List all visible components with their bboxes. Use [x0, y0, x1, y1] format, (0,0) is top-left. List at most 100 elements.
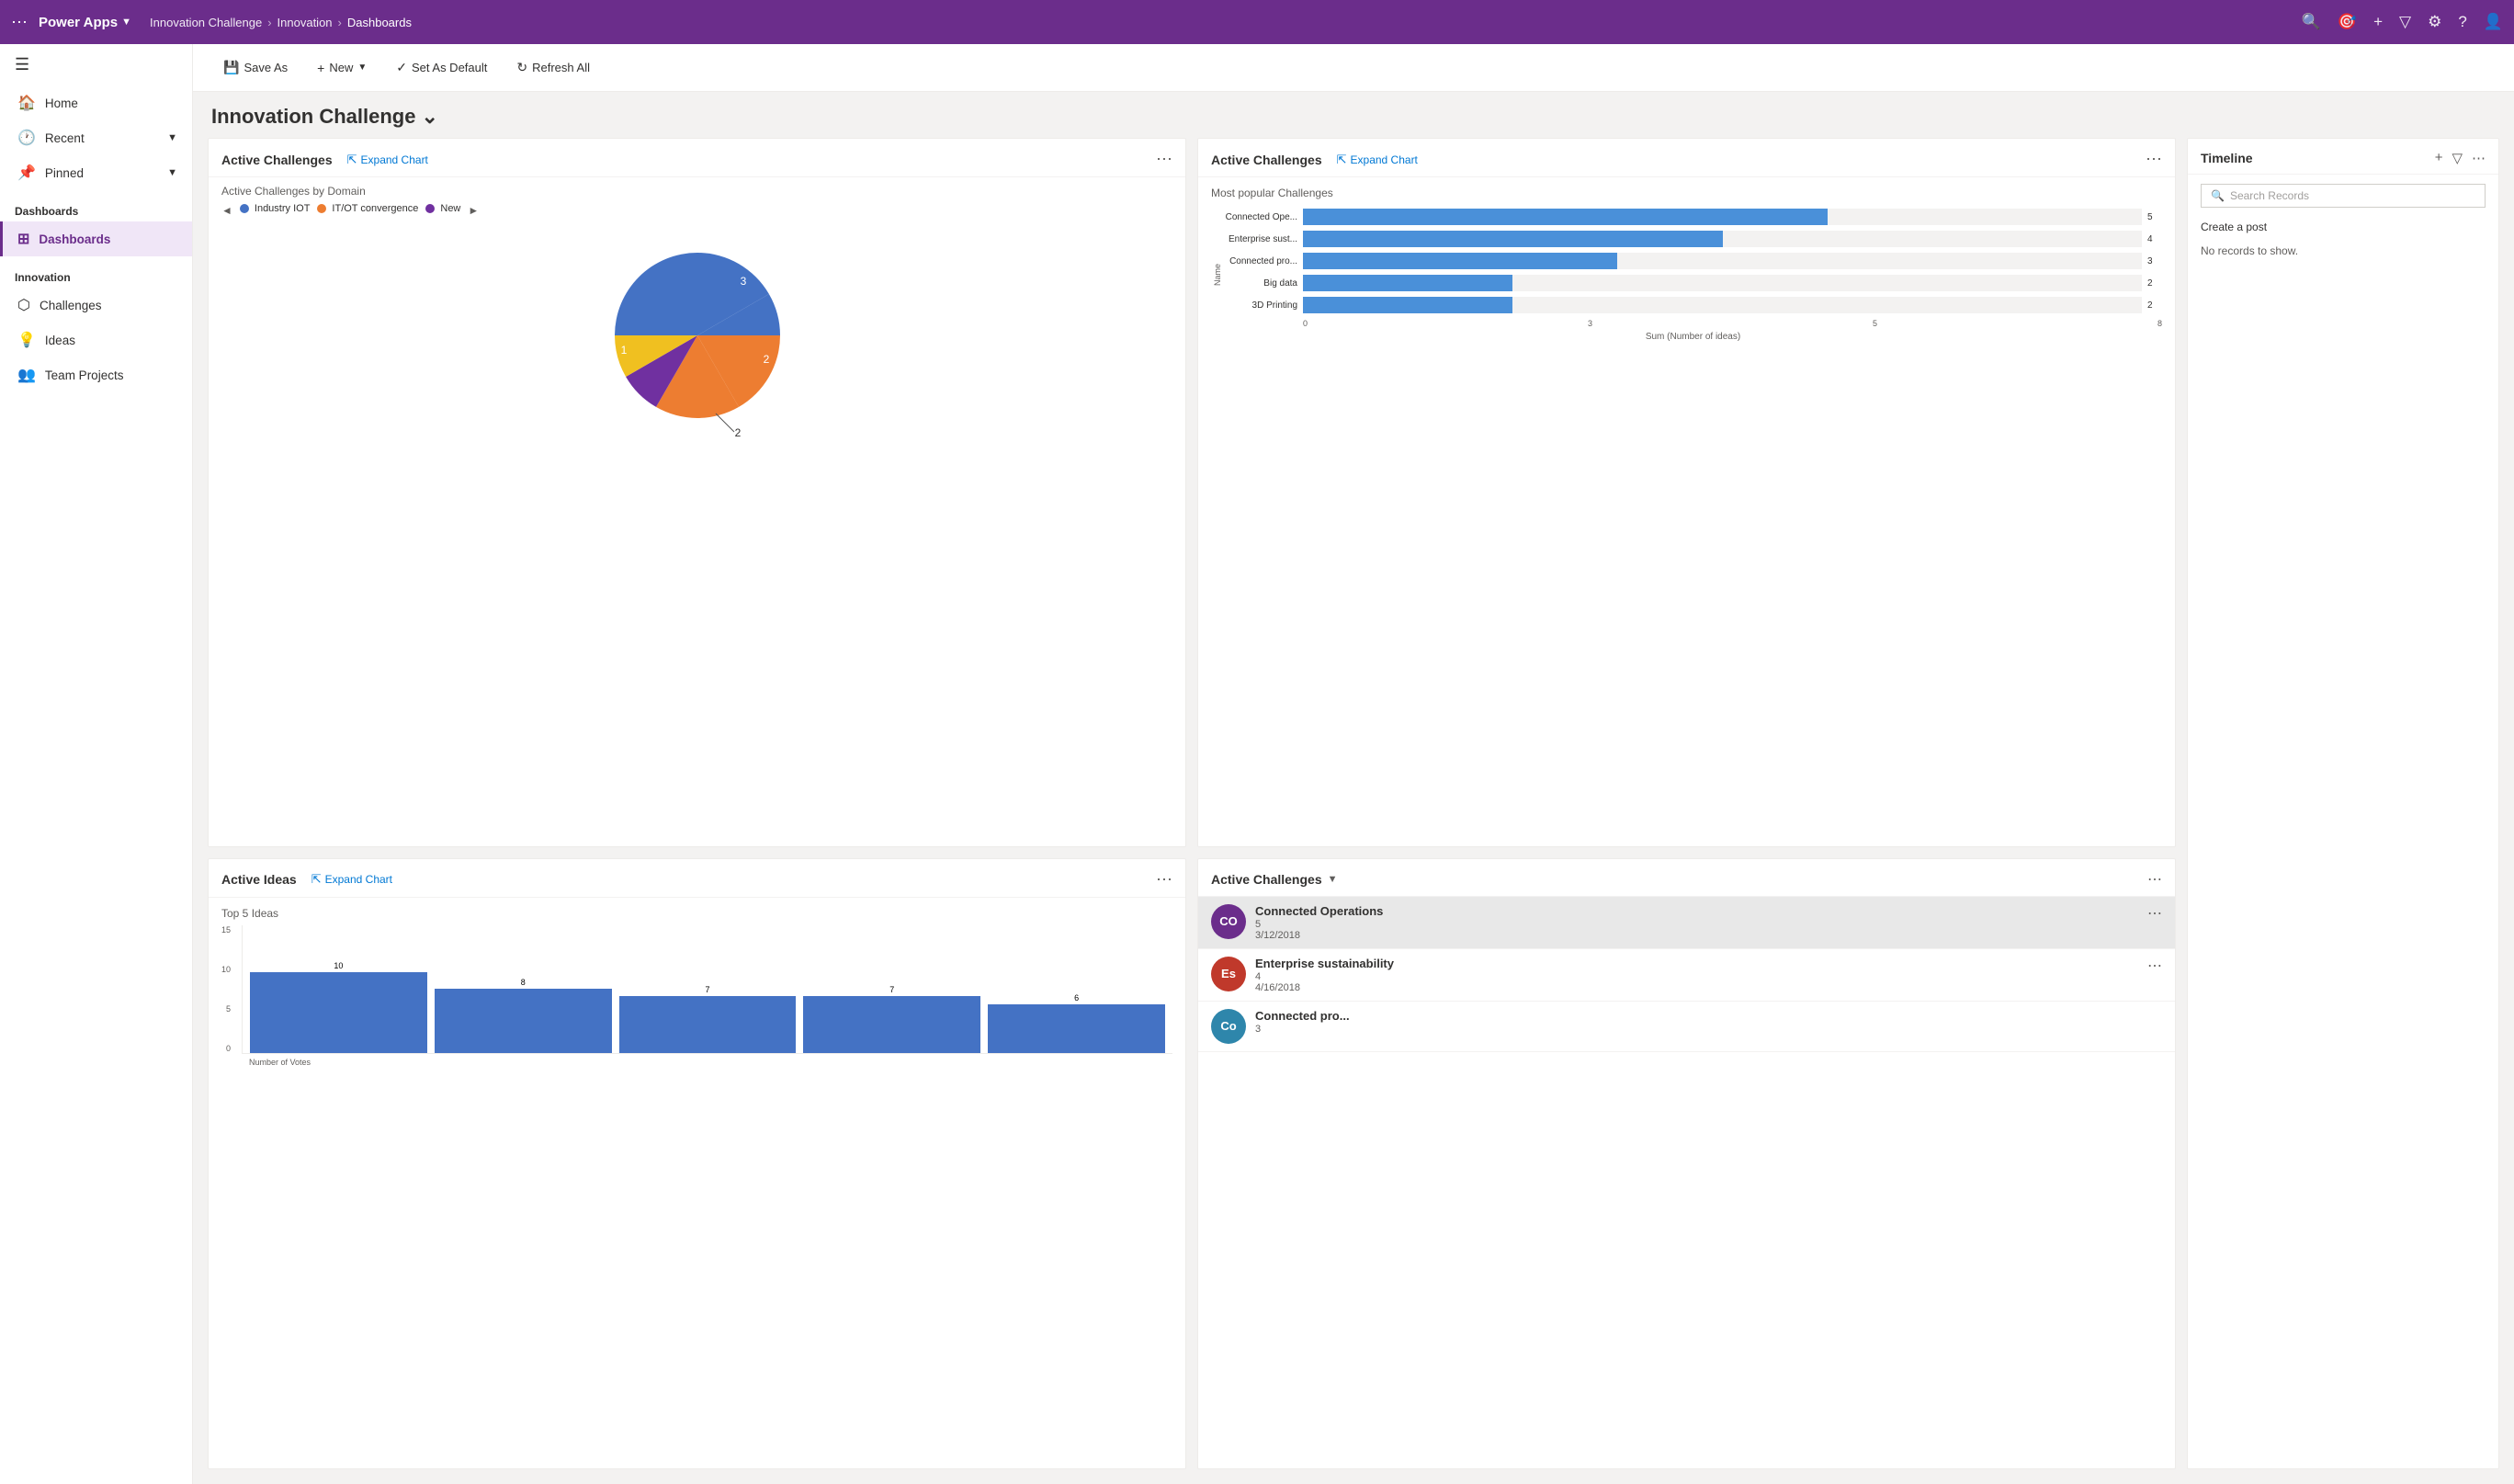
top-nav-icons: 🔍 🎯 + ▽ ⚙ ? 👤: [2302, 13, 2503, 31]
timeline-search[interactable]: 🔍 Search Records: [2201, 184, 2486, 208]
timeline-add-icon[interactable]: +: [2435, 150, 2443, 166]
challenges-item-content-2: Enterprise sustainability 4 4/16/2018: [1255, 957, 2138, 993]
user-icon[interactable]: 👤: [2484, 13, 2503, 31]
bar-expand-button[interactable]: ⇱ Expand Chart: [1337, 153, 1418, 167]
refresh-all-button[interactable]: ↻ Refresh All: [504, 53, 602, 82]
add-icon[interactable]: +: [2373, 13, 2383, 31]
breadcrumb-1[interactable]: Innovation Challenge: [150, 16, 262, 29]
timeline-card: Timeline + ▽ ⋯ 🔍 Search Records Create a…: [2187, 138, 2499, 1469]
hbar-track-5: [1303, 297, 2142, 313]
timeline-actions: + ▽ ⋯: [2435, 150, 2486, 166]
hbar-row-3: Connected pro... 3: [1224, 253, 2162, 269]
set-default-button[interactable]: ✓ Set As Default: [384, 53, 499, 82]
ytick-15: 15: [221, 925, 231, 935]
challenges-list-item-3[interactable]: Co Connected pro... 3: [1198, 1002, 2175, 1052]
sidebar-item-home[interactable]: 🏠 Home: [0, 85, 192, 120]
challenges-list-menu-icon[interactable]: ⋯: [2147, 870, 2162, 889]
vbar-bar-3: [619, 996, 797, 1053]
challenges-avatar-1: CO: [1211, 904, 1246, 939]
bar-card-body: Most popular Challenges Name Connected O…: [1198, 177, 2175, 846]
challenges-item-more-1[interactable]: ⋯: [2147, 904, 2162, 923]
search-icon[interactable]: 🔍: [2302, 13, 2321, 31]
recent-icon: 🕐: [17, 129, 36, 147]
challenges-list-header: Active Challenges ▼ ⋯: [1198, 859, 2175, 897]
dashboard-grid: Active Challenges ⇱ Expand Chart ⋯ Activ…: [193, 138, 2514, 1484]
hbar-label-4: Big data: [1224, 278, 1297, 289]
sidebar-item-ideas[interactable]: 💡 Ideas: [0, 323, 192, 357]
pie-card-menu-icon[interactable]: ⋯: [1156, 150, 1172, 169]
help-icon[interactable]: ?: [2458, 13, 2466, 31]
filter-icon[interactable]: ▽: [2399, 13, 2411, 31]
sidebar-item-team-projects-label: Team Projects: [45, 368, 124, 382]
vbar-col-2: 8: [435, 978, 612, 1053]
waffle-icon[interactable]: ⋯: [11, 13, 28, 32]
pie-segment-blue3[interactable]: [615, 253, 697, 335]
dashboard-chevron-icon: ⌄: [421, 105, 437, 129]
vbar-val-2: 8: [521, 978, 526, 987]
legend-itot: IT/OT convergence: [317, 203, 418, 214]
challenges-item-count-1: 5: [1255, 919, 2138, 930]
sidebar-item-pinned[interactable]: 📌 Pinned ▼: [0, 155, 192, 190]
hbar-value-1: 5: [2147, 212, 2162, 222]
pie-label-2b: 2: [734, 426, 741, 436]
settings-icon[interactable]: ⚙: [2428, 13, 2441, 31]
vbar-col-4: 7: [803, 985, 980, 1053]
app-logo[interactable]: Power Apps ▼: [39, 15, 131, 30]
breadcrumb-2[interactable]: Innovation: [277, 16, 333, 29]
timeline-create-post[interactable]: Create a post: [2188, 217, 2498, 237]
legend-next-icon[interactable]: ►: [468, 204, 479, 217]
dashboard-title-bar: Innovation Challenge ⌄: [193, 92, 2514, 138]
breadcrumb-3[interactable]: Dashboards: [347, 16, 412, 29]
vbar-bar-4: [803, 996, 980, 1053]
challenges-list-item-2[interactable]: Es Enterprise sustainability 4 4/16/2018…: [1198, 949, 2175, 1002]
timeline-search-placeholder[interactable]: Search Records: [2230, 189, 2309, 202]
save-as-icon: 💾: [223, 60, 239, 75]
challenges-item-count-3: 3: [1255, 1024, 2162, 1035]
sidebar-item-team-projects[interactable]: 👥 Team Projects: [0, 357, 192, 392]
sidebar-hamburger[interactable]: ☰: [0, 44, 192, 85]
pie-label-2a: 2: [763, 353, 769, 366]
vbar-col-5: 6: [988, 993, 1165, 1053]
challenges-list-chevron-icon[interactable]: ▼: [1328, 874, 1338, 885]
sidebar-section-innovation: Innovation: [0, 256, 192, 288]
hbar-value-4: 2: [2147, 278, 2162, 289]
sidebar-item-dashboards[interactable]: ⊞ Dashboards: [0, 221, 192, 256]
bar-card-menu-icon[interactable]: ⋯: [2146, 150, 2162, 169]
main-layout: ☰ 🏠 Home 🕐 Recent ▼ 📌 Pinned ▼ Dashboard…: [0, 44, 2514, 1484]
challenges-list-item-1[interactable]: CO Connected Operations 5 3/12/2018 ⋯: [1198, 897, 2175, 949]
challenges-item-more-2[interactable]: ⋯: [2147, 957, 2162, 975]
ideas-bar-card-menu-icon[interactable]: ⋯: [1156, 870, 1172, 889]
vbar-col-3: 7: [619, 985, 797, 1053]
pie-label-3: 3: [740, 275, 746, 288]
sidebar-item-challenges[interactable]: ⬡ Challenges: [0, 288, 192, 323]
hbar-label-2: Enterprise sust...: [1224, 234, 1297, 244]
save-as-button[interactable]: 💾 Save As: [211, 53, 300, 82]
vbar-col-1: 10: [250, 961, 427, 1053]
vbar-bar-5: [988, 1004, 1165, 1053]
hbar-track-1: [1303, 209, 2142, 225]
recent-chevron-icon: ▼: [167, 132, 177, 143]
hbar-row-4: Big data 2: [1224, 275, 2162, 291]
pie-expand-button[interactable]: ⇱ Expand Chart: [347, 153, 428, 167]
new-button[interactable]: + New ▼: [305, 54, 379, 82]
active-challenges-list-card: Active Challenges ▼ ⋯ CO Connected Opera…: [1197, 858, 2176, 1470]
timeline-search-icon: 🔍: [2211, 189, 2225, 202]
timeline-filter-icon[interactable]: ▽: [2452, 150, 2463, 166]
legend-prev-icon[interactable]: ◄: [221, 204, 232, 217]
vbar-x-label: Number of Votes: [221, 1058, 1172, 1067]
ideas-bar-expand-button[interactable]: ⇱ Expand Chart: [311, 872, 392, 887]
timeline-menu-icon[interactable]: ⋯: [2472, 150, 2486, 166]
hbar-value-5: 2: [2147, 300, 2162, 311]
sidebar-item-dashboards-label: Dashboards: [39, 232, 110, 246]
new-plus-icon: +: [317, 61, 324, 75]
logo-chevron-icon: ▼: [121, 17, 131, 28]
sidebar-item-recent[interactable]: 🕐 Recent ▼: [0, 120, 192, 155]
challenges-avatar-3: Co: [1211, 1009, 1246, 1044]
target-icon[interactable]: 🎯: [2338, 13, 2357, 31]
bar-card-header: Active Challenges ⇱ Expand Chart ⋯: [1198, 139, 2175, 177]
sidebar-item-recent-label: Recent: [45, 131, 85, 145]
app-name: Power Apps: [39, 15, 118, 30]
vbar-val-5: 6: [1074, 993, 1079, 1003]
challenges-list-title: Active Challenges: [1211, 872, 1322, 887]
dashboard-title[interactable]: Innovation Challenge ⌄: [211, 105, 2496, 129]
